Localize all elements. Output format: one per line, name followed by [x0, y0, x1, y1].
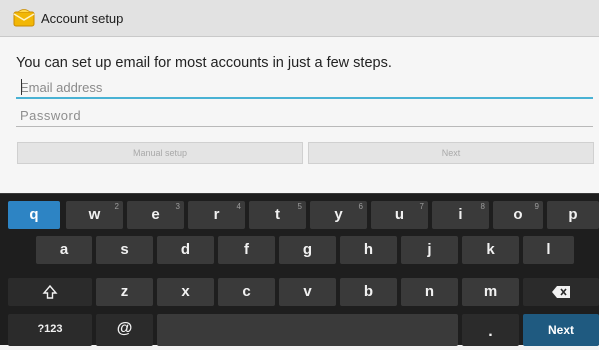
shift-key[interactable]	[8, 278, 92, 306]
key-r[interactable]: 4 r	[188, 201, 245, 229]
period-key[interactable]: .	[462, 314, 519, 346]
instructions-text: You can set up email for most accounts i…	[16, 55, 392, 71]
key-f[interactable]: f	[218, 236, 275, 264]
key-n[interactable]: n	[401, 278, 458, 306]
manual-setup-button[interactable]: Manual setup	[17, 142, 303, 164]
key-d[interactable]: d	[157, 236, 214, 264]
backspace-icon	[552, 286, 570, 299]
key-s[interactable]: s	[96, 236, 153, 264]
key-k[interactable]: k	[462, 236, 519, 264]
key-z[interactable]: z	[96, 278, 153, 306]
key-w[interactable]: 2 w	[66, 201, 123, 229]
key-j[interactable]: j	[401, 236, 458, 264]
page-title: Account setup	[41, 11, 124, 26]
key-a[interactable]: a	[36, 236, 92, 264]
key-q[interactable]: q	[8, 201, 60, 229]
at-key[interactable]: @	[96, 314, 153, 346]
key-m[interactable]: m	[462, 278, 519, 306]
next-button[interactable]: Next	[308, 142, 594, 164]
key-e[interactable]: 3 e	[127, 201, 184, 229]
key-y[interactable]: 6 y	[310, 201, 367, 229]
key-v[interactable]: v	[279, 278, 336, 306]
email-field[interactable]	[16, 77, 593, 99]
password-field[interactable]	[16, 105, 593, 127]
envelope-icon	[13, 9, 35, 27]
key-g[interactable]: g	[279, 236, 336, 264]
key-b[interactable]: b	[340, 278, 397, 306]
key-l[interactable]: l	[523, 236, 574, 264]
space-key[interactable]	[157, 314, 458, 346]
key-x[interactable]: x	[157, 278, 214, 306]
key-t[interactable]: 5 t	[249, 201, 306, 229]
soft-keyboard: q 2 w 3 e 4 r 5 t 6 y 7 u 8 i 9 o p a s …	[0, 193, 599, 346]
key-o[interactable]: 9 o	[493, 201, 543, 229]
title-bar: Account setup	[0, 0, 599, 37]
account-setup-form: You can set up email for most accounts i…	[0, 37, 599, 193]
text-cursor	[21, 79, 22, 95]
key-i[interactable]: 8 i	[432, 201, 489, 229]
key-p[interactable]: p	[547, 201, 599, 229]
shift-icon	[42, 284, 58, 299]
symbols-key[interactable]: ?123	[8, 314, 92, 346]
key-c[interactable]: c	[218, 278, 275, 306]
key-u[interactable]: 7 u	[371, 201, 428, 229]
next-key[interactable]: Next	[523, 314, 599, 346]
key-h[interactable]: h	[340, 236, 397, 264]
backspace-key[interactable]	[523, 278, 599, 306]
